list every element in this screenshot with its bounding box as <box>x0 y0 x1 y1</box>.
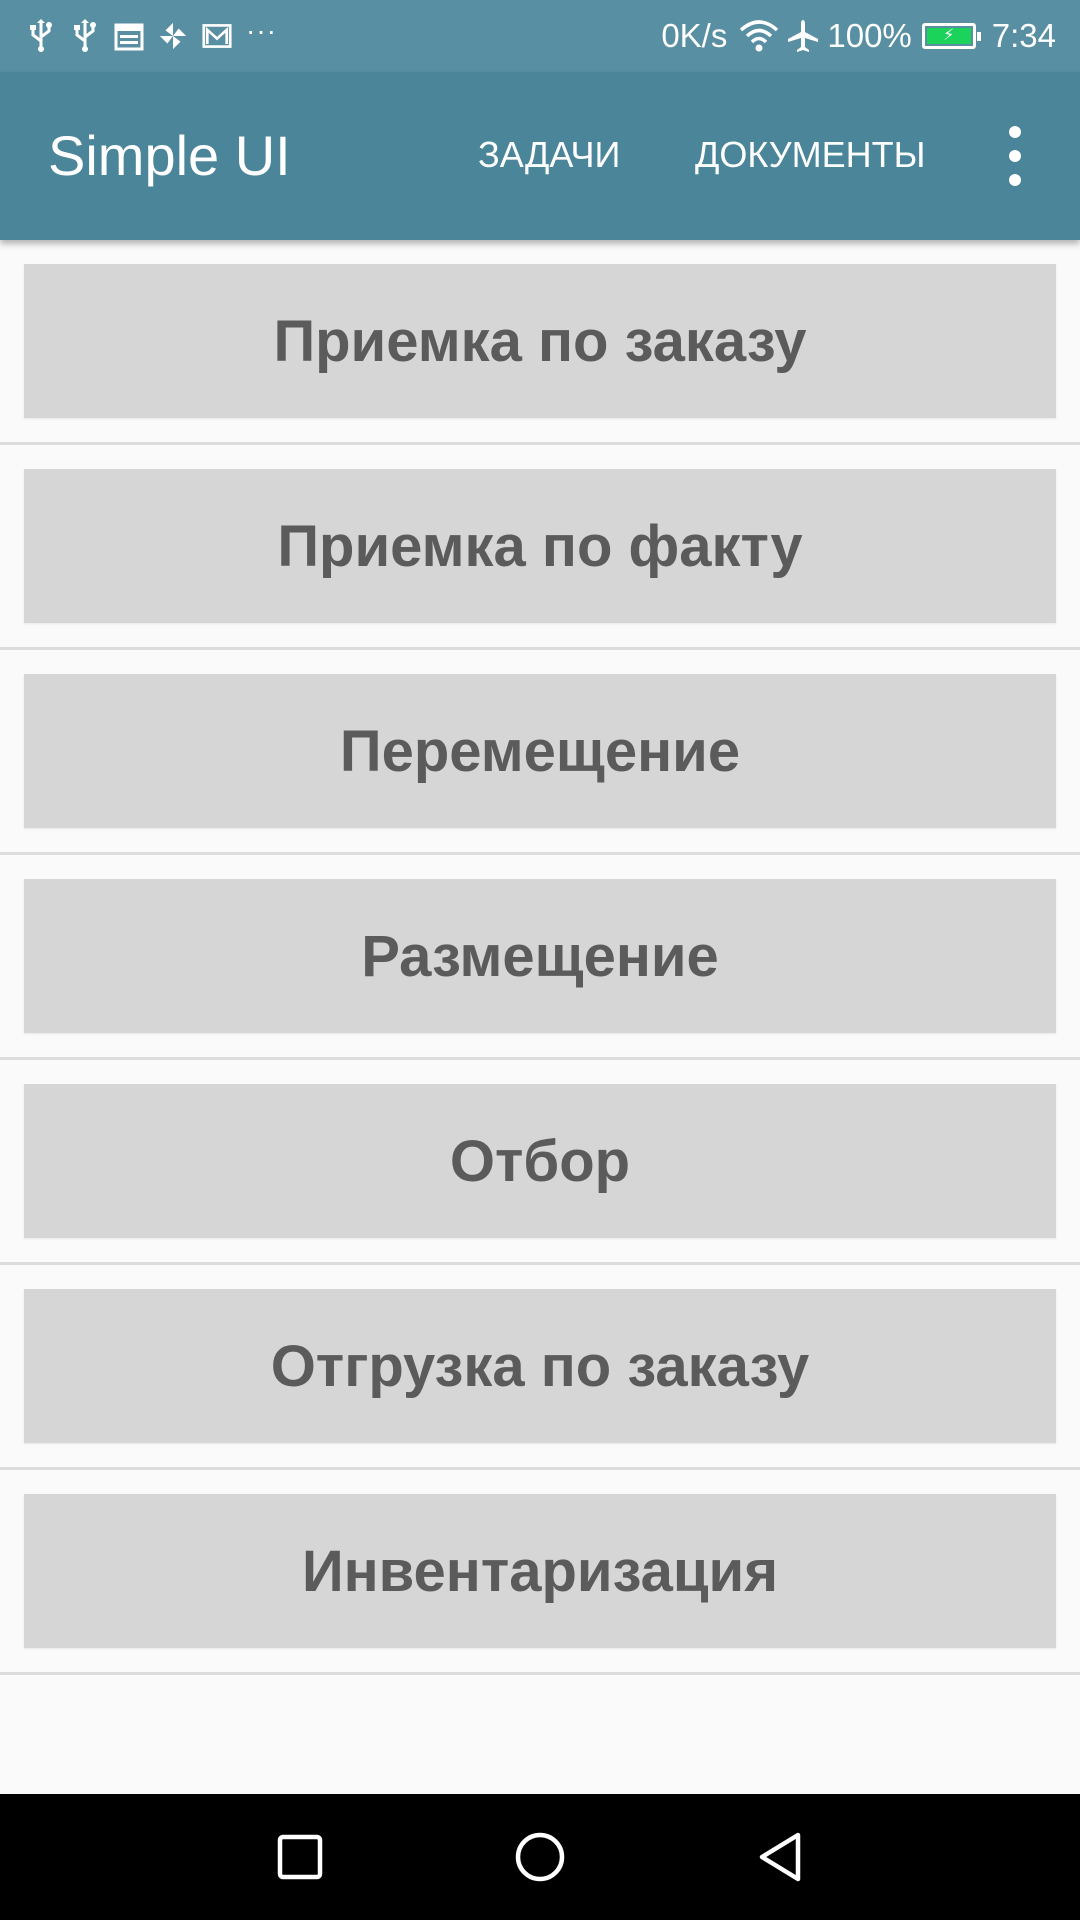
more-notifications-indicator: ··· <box>246 15 277 46</box>
list-item: Инвентаризация <box>0 1470 1080 1675</box>
back-icon <box>759 1832 801 1882</box>
more-vert-icon[interactable] <box>998 126 1032 186</box>
receipt-by-order-button[interactable]: Приемка по заказу <box>24 264 1056 418</box>
usb-icon <box>26 18 56 54</box>
menu-dot <box>1009 174 1021 186</box>
clock: 7:34 <box>991 17 1056 54</box>
recent-apps-icon <box>277 1834 323 1880</box>
recent-apps-button[interactable] <box>240 1794 360 1920</box>
home-button[interactable] <box>480 1794 600 1920</box>
airplane-mode-icon <box>785 18 821 54</box>
tasks-action-button[interactable]: ЗАДАЧИ <box>478 134 620 176</box>
notification-icons: ··· <box>26 0 277 72</box>
usb-icon <box>70 18 100 54</box>
screen: ··· 0K/s 100% ⚡ 7:34 Simple UI ЗАДАЧИ ДО… <box>0 0 1080 1920</box>
list-item: Размещение <box>0 855 1080 1060</box>
mail-icon <box>202 18 232 54</box>
battery-icon: ⚡ <box>921 23 981 49</box>
picking-button[interactable]: Отбор <box>24 1084 1056 1238</box>
menu-dot <box>1009 150 1021 162</box>
list-item: Отгрузка по заказу <box>0 1265 1080 1470</box>
app-title: Simple UI <box>48 124 291 187</box>
documents-action-button[interactable]: ДОКУМЕНТЫ <box>695 134 925 176</box>
receipt-by-fact-button[interactable]: Приемка по факту <box>24 469 1056 623</box>
process-menu-list: Приемка по заказу Приемка по факту Перем… <box>0 240 1080 1675</box>
pinwheel-icon <box>158 18 188 54</box>
network-speed: 0K/s <box>661 17 728 54</box>
inventory-button[interactable]: Инвентаризация <box>24 1494 1056 1648</box>
charging-icon: ⚡ <box>943 27 955 44</box>
system-indicators: 0K/s 100% ⚡ 7:34 <box>661 0 1056 72</box>
home-icon <box>515 1832 565 1882</box>
list-item: Приемка по заказу <box>0 240 1080 445</box>
list-item: Отбор <box>0 1060 1080 1265</box>
app-bar: Simple UI ЗАДАЧИ ДОКУМЕНТЫ <box>0 72 1080 240</box>
list-item: Приемка по факту <box>0 445 1080 650</box>
navigation-bar <box>0 1794 1080 1920</box>
placement-button[interactable]: Размещение <box>24 879 1056 1033</box>
battery-percent: 100% <box>827 17 912 54</box>
transfer-button[interactable]: Перемещение <box>24 674 1056 828</box>
list-item: Перемещение <box>0 650 1080 855</box>
calendar-icon <box>114 18 144 54</box>
menu-dot <box>1009 126 1021 138</box>
back-button[interactable] <box>720 1794 840 1920</box>
shipment-by-order-button[interactable]: Отгрузка по заказу <box>24 1289 1056 1443</box>
status-bar: ··· 0K/s 100% ⚡ 7:34 <box>0 0 1080 72</box>
wifi-icon <box>739 20 779 52</box>
